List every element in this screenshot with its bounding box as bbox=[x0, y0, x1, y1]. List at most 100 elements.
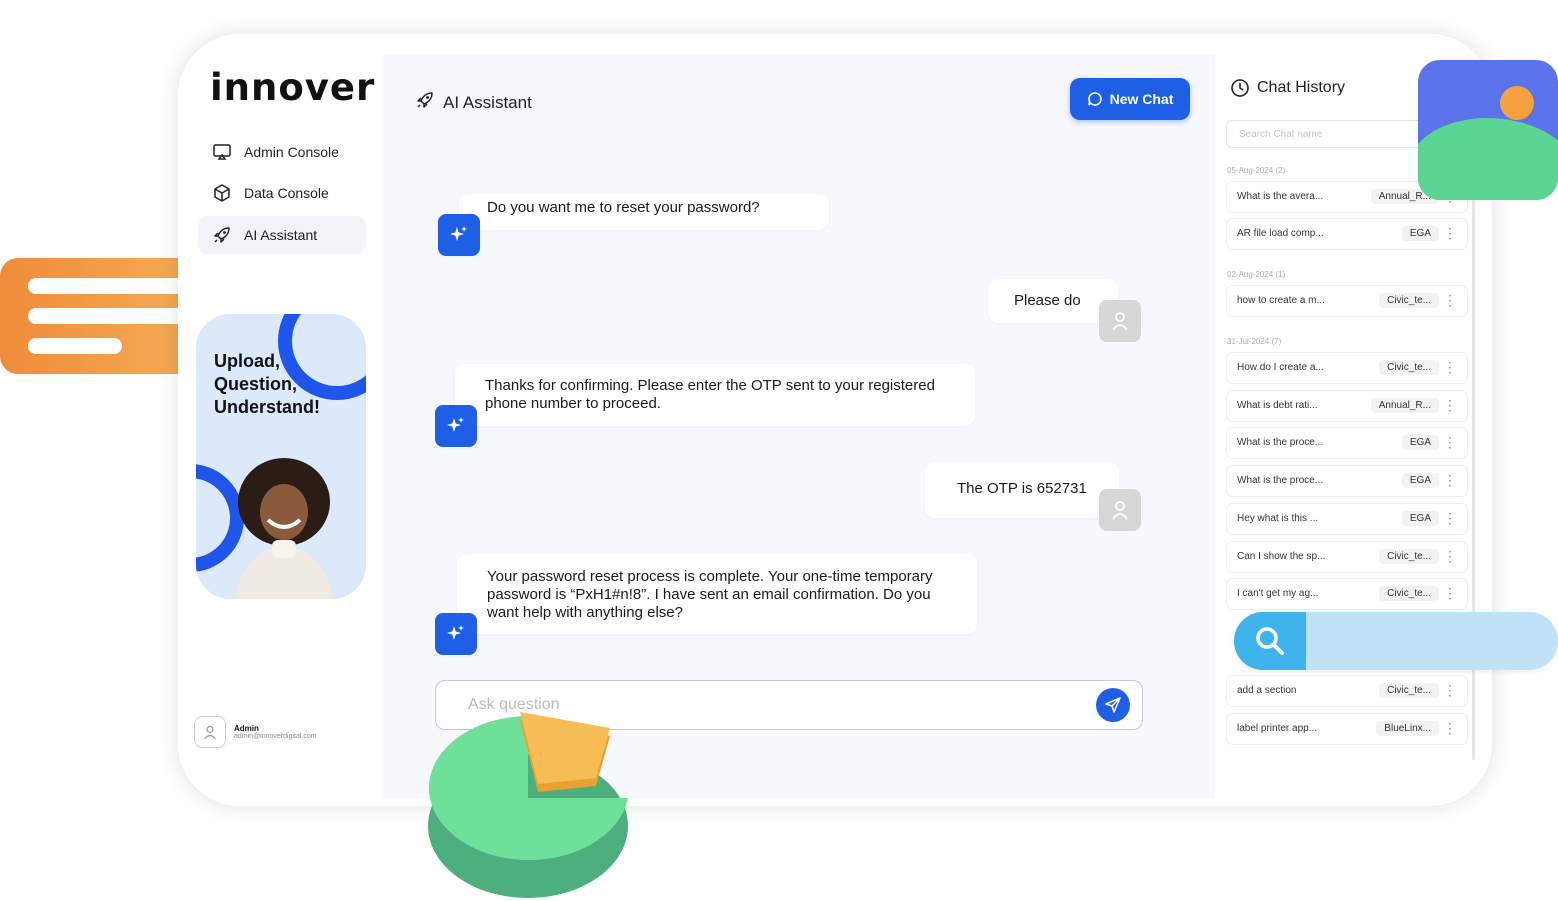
history-item-tag: Civic_te... bbox=[1379, 293, 1439, 308]
message-text: The OTP is 652731 bbox=[957, 480, 1087, 497]
history-item[interactable]: Can I show the sp... Civic_te... ⋮ bbox=[1226, 541, 1468, 573]
history-item-title: label printer app... bbox=[1237, 723, 1318, 734]
history-item-tag: EGA bbox=[1401, 473, 1439, 488]
history-item[interactable]: label printer app... BlueLinx... ⋮ bbox=[1226, 713, 1468, 745]
history-scrollbar[interactable] bbox=[1472, 190, 1475, 760]
rocket-icon bbox=[415, 90, 435, 115]
rocket-icon bbox=[212, 225, 232, 245]
more-options-icon[interactable]: ⋮ bbox=[1443, 359, 1457, 375]
user-message: The OTP is 652731 bbox=[925, 462, 1119, 518]
history-item-title: AR file load comp... bbox=[1237, 228, 1324, 239]
cube-icon bbox=[212, 183, 232, 203]
history-item-tag: EGA bbox=[1401, 511, 1439, 526]
history-item[interactable]: What is the proce... EGA ⋮ bbox=[1226, 427, 1468, 459]
history-item-tag: EGA bbox=[1401, 226, 1439, 241]
history-item-title: What is the proce... bbox=[1237, 475, 1324, 486]
history-item-title: What is debt rati... bbox=[1237, 400, 1318, 411]
more-options-icon[interactable]: ⋮ bbox=[1443, 548, 1457, 564]
history-date-label: 31-Jul-2024 (7) bbox=[1227, 337, 1282, 346]
more-options-icon[interactable]: ⋮ bbox=[1443, 585, 1457, 601]
history-item[interactable]: AR file load comp... EGA ⋮ bbox=[1226, 218, 1468, 250]
history-item[interactable]: add a section Civic_te... ⋮ bbox=[1226, 675, 1468, 707]
new-chat-label: New Chat bbox=[1109, 91, 1174, 107]
user-avatar-icon bbox=[1099, 489, 1141, 531]
history-date-label: 05-Aug-2024 (2) bbox=[1227, 166, 1286, 175]
history-item-title: add a section bbox=[1237, 685, 1297, 696]
more-options-icon[interactable]: ⋮ bbox=[1443, 225, 1457, 241]
more-options-icon[interactable]: ⋮ bbox=[1443, 472, 1457, 488]
person-illustration bbox=[234, 458, 334, 599]
chat-search-input[interactable] bbox=[1237, 128, 1441, 141]
sidebar-item-label: Data Console bbox=[244, 185, 329, 201]
history-item-tag: Annual_R... bbox=[1370, 398, 1439, 413]
history-item[interactable]: What is debt rati... Annual_R... ⋮ bbox=[1226, 390, 1468, 422]
decorative-search-bar bbox=[1234, 612, 1558, 670]
history-item-title: What is the proce... bbox=[1237, 437, 1324, 448]
page-title: AI Assistant bbox=[415, 90, 532, 115]
brand-logo: innover bbox=[210, 66, 375, 109]
history-item-title: how to create a m... bbox=[1237, 295, 1325, 306]
history-item[interactable]: Hey what is this ... EGA ⋮ bbox=[1226, 503, 1468, 535]
more-options-icon[interactable]: ⋮ bbox=[1443, 510, 1457, 526]
history-item-tag: Civic_te... bbox=[1379, 586, 1439, 601]
search-icon bbox=[1234, 612, 1306, 670]
sun-icon bbox=[1500, 86, 1534, 120]
logo-text: innover bbox=[210, 66, 376, 109]
monitor-icon bbox=[212, 142, 232, 162]
hill-shape bbox=[1418, 118, 1558, 200]
more-options-icon[interactable]: ⋮ bbox=[1443, 292, 1457, 308]
sidebar-item-label: AI Assistant bbox=[244, 227, 318, 243]
history-item[interactable]: how to create a m... Civic_te... ⋮ bbox=[1226, 285, 1468, 317]
history-item[interactable]: How do I create a... Civic_te... ⋮ bbox=[1226, 352, 1468, 384]
more-options-icon[interactable]: ⋮ bbox=[1443, 720, 1457, 736]
clock-icon bbox=[1231, 79, 1249, 97]
decorative-image-icon bbox=[1418, 60, 1558, 200]
assistant-message: Do you want me to reset your password? bbox=[459, 194, 829, 230]
more-options-icon[interactable]: ⋮ bbox=[1443, 397, 1457, 413]
chat-panel: AI Assistant New Chat Do you want me to … bbox=[383, 54, 1215, 798]
chat-history-title: Chat History bbox=[1230, 78, 1345, 98]
sidebar-item-ai-assistant[interactable]: AI Assistant bbox=[198, 216, 366, 254]
user-avatar-icon bbox=[194, 716, 226, 748]
history-item-tag: BlueLinx... bbox=[1376, 721, 1439, 736]
more-options-icon[interactable]: ⋮ bbox=[1443, 434, 1457, 450]
history-item-title: I can't get my ag... bbox=[1237, 588, 1319, 599]
assistant-sparkle-icon bbox=[438, 214, 480, 256]
history-item[interactable]: I can't get my ag... Civic_te... ⋮ bbox=[1226, 578, 1468, 610]
more-options-icon[interactable]: ⋮ bbox=[1443, 682, 1457, 698]
chat-bubble-icon bbox=[1087, 92, 1102, 106]
history-item-tag: Civic_te... bbox=[1379, 549, 1439, 564]
history-item[interactable]: What is the proce... EGA ⋮ bbox=[1226, 465, 1468, 497]
history-item-title: Hey what is this ... bbox=[1237, 513, 1319, 524]
history-item-tag: EGA bbox=[1401, 435, 1439, 450]
assistant-sparkle-icon bbox=[435, 405, 477, 447]
assistant-message: Your password reset process is complete.… bbox=[457, 554, 977, 634]
history-item-title: Can I show the sp... bbox=[1237, 551, 1326, 562]
sidebar-item-data-console[interactable]: Data Console bbox=[198, 174, 366, 212]
send-icon bbox=[1105, 697, 1121, 713]
promo-text: Upload, Question, Understand! bbox=[214, 351, 321, 417]
sidebar: innover Admin Console Data Console AI As… bbox=[178, 34, 382, 806]
app-window: innover Admin Console Data Console AI As… bbox=[178, 34, 1492, 806]
page-title-text: AI Assistant bbox=[443, 92, 532, 112]
send-button[interactable] bbox=[1096, 688, 1130, 722]
user-name: Admin bbox=[234, 724, 259, 733]
message-text: Thanks for confirming. Please enter the … bbox=[485, 377, 935, 412]
promo-card: Upload, Question, Understand! bbox=[196, 314, 366, 599]
decorative-pie-chart-icon bbox=[428, 712, 628, 898]
message-text: Do you want me to reset your password? bbox=[487, 199, 760, 216]
new-chat-button[interactable]: New Chat bbox=[1070, 78, 1190, 120]
assistant-sparkle-icon bbox=[435, 613, 477, 655]
history-item-tag: Civic_te... bbox=[1379, 360, 1439, 375]
sidebar-item-label: Admin Console bbox=[244, 144, 339, 160]
decorative-line bbox=[28, 338, 122, 354]
user-avatar-icon bbox=[1099, 300, 1141, 342]
history-item-tag: Civic_te... bbox=[1379, 683, 1439, 698]
history-item-title: How do I create a... bbox=[1237, 362, 1324, 373]
message-text: Your password reset process is complete.… bbox=[487, 568, 933, 621]
sidebar-item-admin-console[interactable]: Admin Console bbox=[198, 133, 366, 171]
user-profile[interactable]: Admin admin@innoverdigital.com bbox=[194, 716, 317, 748]
history-date-label: 02-Aug-2024 (1) bbox=[1227, 270, 1286, 279]
history-item-title: What is the avera... bbox=[1237, 191, 1324, 202]
chat-history-title-text: Chat History bbox=[1257, 79, 1346, 96]
